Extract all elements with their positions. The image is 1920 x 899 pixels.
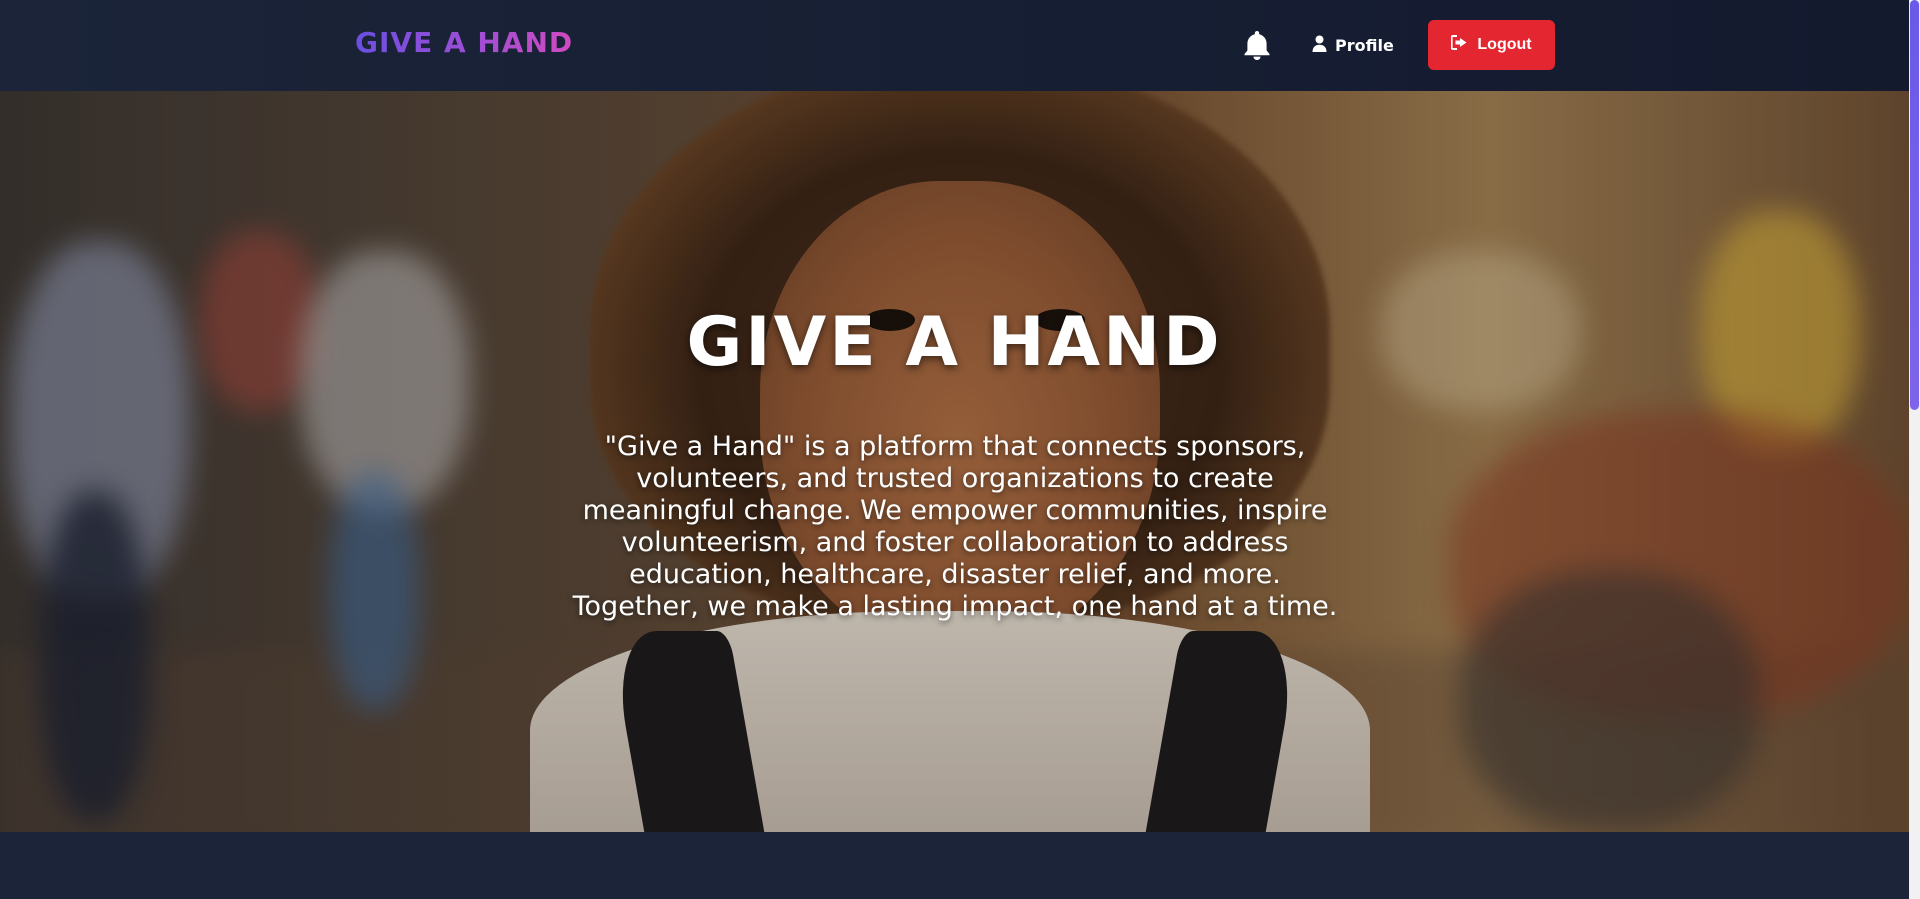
- hero-description: "Give a Hand" is a platform that connect…: [572, 431, 1338, 622]
- hero-title: GIVE A HAND: [686, 303, 1223, 382]
- bell-icon[interactable]: [1243, 29, 1271, 61]
- page: GIVE A HAND Profile Logout GIVE A HAND "…: [0, 0, 1920, 899]
- scrollbar[interactable]: [1909, 0, 1920, 899]
- navbar: GIVE A HAND Profile Logout: [0, 0, 1909, 91]
- logout-button[interactable]: Logout: [1428, 20, 1555, 70]
- user-icon: [1312, 35, 1327, 56]
- sign-out-icon: [1450, 35, 1468, 55]
- logout-label: Logout: [1477, 36, 1532, 53]
- profile-link[interactable]: Profile: [1312, 33, 1394, 57]
- profile-label: Profile: [1335, 35, 1394, 55]
- scrollbar-thumb[interactable]: [1910, 0, 1919, 410]
- hero-section: GIVE A HAND "Give a Hand" is a platform …: [0, 91, 1909, 832]
- next-section: [0, 832, 1909, 899]
- brand-logo[interactable]: GIVE A HAND: [355, 26, 573, 59]
